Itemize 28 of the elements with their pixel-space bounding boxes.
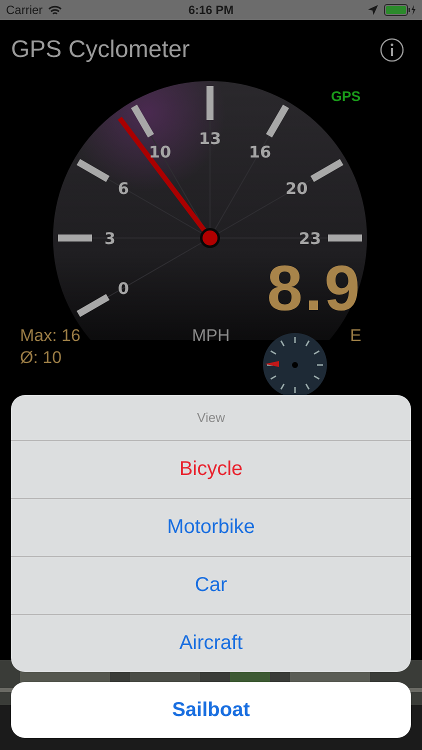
unit-label: MPH (192, 326, 230, 346)
heading-label: E (350, 326, 362, 346)
info-icon[interactable] (380, 38, 404, 62)
average-speed-label: Ø: 10 (20, 348, 62, 368)
sheet-option[interactable]: Car (11, 556, 411, 614)
tick-label: 10 (148, 142, 172, 162)
tick-label: 3 (104, 229, 116, 248)
sheet-title: View (197, 410, 225, 425)
sheet-option[interactable]: Motorbike (11, 498, 411, 556)
app-title: GPS Cyclometer (11, 36, 190, 64)
compass-drawing (262, 332, 328, 398)
tick-label: 16 (248, 142, 272, 162)
battery-icon (384, 4, 416, 16)
status-time: 6:16 PM (188, 3, 234, 17)
tick-label: 6 (118, 179, 129, 198)
max-speed-label: Max: 16 (20, 326, 80, 346)
tick-label: 0 (118, 279, 129, 298)
sheet-option[interactable]: Aircraft (11, 614, 411, 672)
sheet-option[interactable]: Bicycle (11, 440, 411, 498)
speed-readout: 8.9 (267, 256, 362, 320)
carrier-label: Carrier (6, 3, 43, 17)
tick-label: 23 (298, 229, 322, 248)
tick-label: 20 (285, 179, 308, 198)
location-arrow-icon (368, 5, 378, 15)
cancel-option[interactable]: Sailboat (11, 682, 411, 738)
wifi-icon (48, 4, 62, 16)
gps-indicator: GPS (331, 88, 361, 104)
tick-label: 13 (198, 129, 222, 148)
